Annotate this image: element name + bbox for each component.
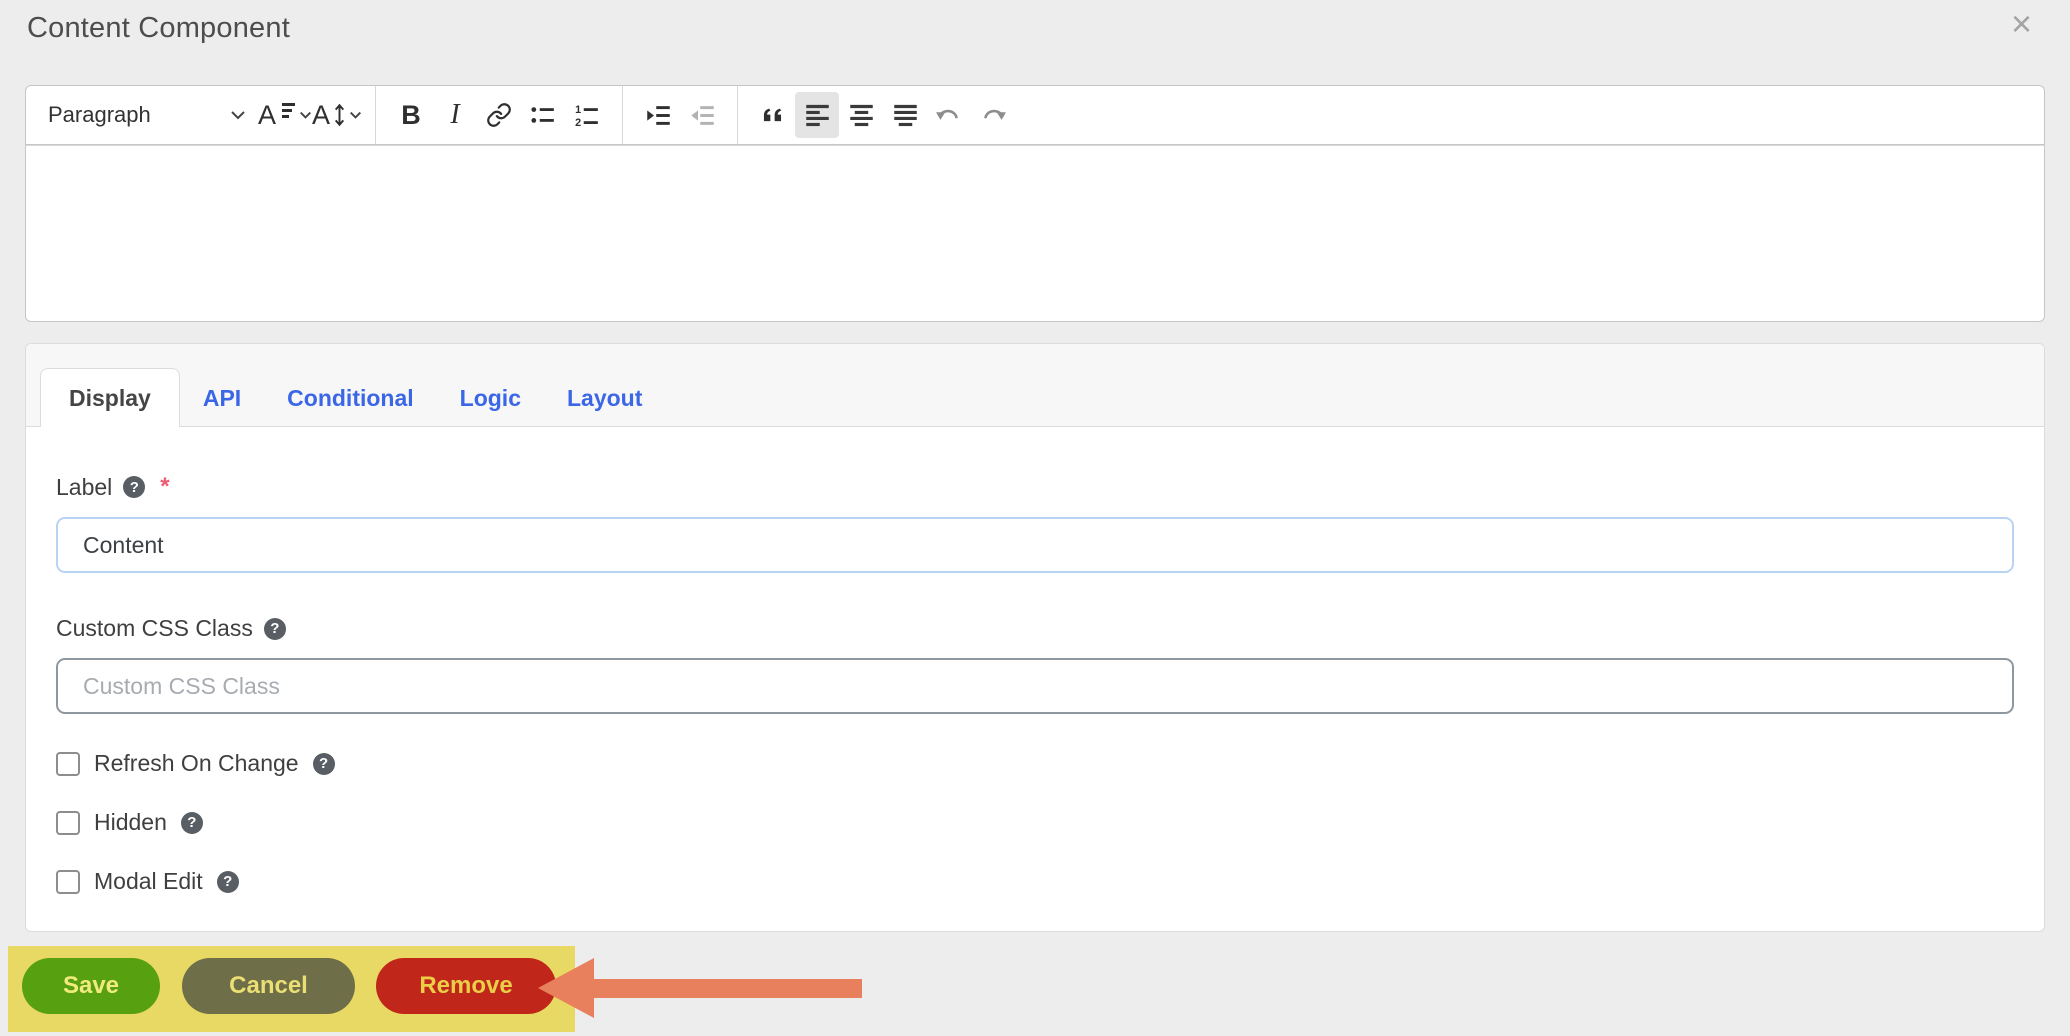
- toolbar-separator: [737, 86, 739, 144]
- page-title: Content Component: [27, 12, 290, 44]
- hidden-checkbox[interactable]: [56, 810, 80, 835]
- undo-button[interactable]: [927, 92, 971, 138]
- heading-dropdown[interactable]: Paragraph: [48, 92, 246, 138]
- tab-panel-display: Label ? * Custom CSS Class ? Refresh On …: [26, 427, 2044, 895]
- font-size-bars-icon: [282, 102, 296, 118]
- chevron-down-icon: [350, 111, 362, 119]
- chevron-down-icon: [231, 111, 245, 120]
- custom-css-class-input[interactable]: [56, 658, 2014, 714]
- align-justify-icon: [893, 104, 917, 126]
- font-size-icon: A: [258, 99, 277, 130]
- bold-icon: B: [401, 99, 421, 130]
- undo-icon: [936, 109, 958, 120]
- indent-icon: [646, 105, 670, 125]
- label-input[interactable]: [56, 517, 2014, 573]
- help-icon[interactable]: ?: [123, 476, 146, 498]
- font-family-icon: A: [312, 99, 331, 130]
- align-center-button[interactable]: [839, 92, 883, 138]
- bulleted-list-icon: [531, 107, 554, 123]
- block-quote-icon: [763, 108, 781, 121]
- hidden-row: Hidden ?: [56, 809, 2014, 836]
- tab-layout[interactable]: Layout: [544, 369, 665, 427]
- rte-editing-area[interactable]: [25, 145, 2045, 322]
- align-justify-button[interactable]: [883, 92, 927, 138]
- content-component-modal: Content Component × Paragraph A A B I 1 …: [0, 0, 2070, 1036]
- chevron-down-icon: [300, 111, 311, 119]
- help-icon[interactable]: ?: [216, 870, 239, 893]
- svg-text:2: 2: [575, 117, 581, 128]
- toolbar-separator: [375, 86, 377, 144]
- save-button[interactable]: Save: [22, 958, 160, 1014]
- annotation-highlight: Save Cancel Remove: [8, 946, 575, 1032]
- redo-icon: [984, 109, 1006, 120]
- rte-toolbar: Paragraph A A B I 12: [25, 85, 2045, 145]
- required-asterisk: *: [160, 473, 170, 500]
- tab-logic[interactable]: Logic: [437, 369, 544, 427]
- modal-edit-row: Modal Edit ?: [56, 868, 2014, 895]
- numbered-list-button[interactable]: 12: [565, 92, 609, 138]
- modal-edit-checkbox[interactable]: [56, 869, 80, 894]
- font-family-button[interactable]: A: [312, 92, 362, 138]
- checkbox-label: Hidden: [94, 809, 167, 835]
- toolbar-separator: [622, 86, 624, 144]
- outdent-icon: [690, 105, 714, 125]
- help-icon[interactable]: ?: [312, 752, 335, 775]
- italic-button[interactable]: I: [433, 92, 477, 138]
- checkbox-label: Refresh On Change: [94, 750, 299, 776]
- align-left-button[interactable]: [795, 92, 840, 138]
- tab-conditional[interactable]: Conditional: [264, 369, 436, 427]
- cancel-button[interactable]: Cancel: [182, 958, 355, 1014]
- css-class-field-label: Custom CSS Class ?: [56, 615, 2014, 642]
- close-icon: ×: [2010, 3, 2032, 44]
- tab-display[interactable]: Display: [40, 368, 180, 427]
- tab-api[interactable]: API: [180, 369, 264, 427]
- refresh-on-change-checkbox[interactable]: [56, 751, 80, 776]
- outdent-button[interactable]: [680, 92, 724, 138]
- tab-bar: Display API Conditional Logic Layout: [26, 344, 2044, 427]
- heading-dropdown-value: Paragraph: [48, 102, 151, 127]
- refresh-on-change-row: Refresh On Change ?: [56, 750, 2014, 777]
- font-size-button[interactable]: A: [258, 92, 312, 138]
- link-icon: [487, 103, 511, 127]
- help-icon[interactable]: ?: [180, 811, 203, 834]
- close-button[interactable]: ×: [2011, 6, 2032, 42]
- italic-icon: I: [450, 99, 460, 130]
- align-left-icon: [805, 104, 829, 126]
- bold-button[interactable]: B: [389, 92, 433, 138]
- checkbox-label: Modal Edit: [94, 868, 203, 894]
- component-settings-card: Display API Conditional Logic Layout Lab…: [25, 343, 2045, 932]
- block-quote-button[interactable]: [751, 92, 795, 138]
- remove-button[interactable]: Remove: [376, 958, 556, 1014]
- bulleted-list-button[interactable]: [521, 92, 565, 138]
- updown-arrow-icon: [335, 103, 345, 127]
- redo-button[interactable]: [971, 92, 1015, 138]
- link-button[interactable]: [477, 92, 521, 138]
- help-icon[interactable]: ?: [263, 617, 286, 640]
- numbered-list-icon: 12: [575, 104, 598, 128]
- align-center-icon: [849, 104, 873, 126]
- label-field-label: Label ? *: [56, 473, 170, 500]
- indent-button[interactable]: [636, 92, 680, 138]
- svg-text:1: 1: [575, 104, 581, 116]
- annotation-arrow-icon: [538, 958, 862, 1018]
